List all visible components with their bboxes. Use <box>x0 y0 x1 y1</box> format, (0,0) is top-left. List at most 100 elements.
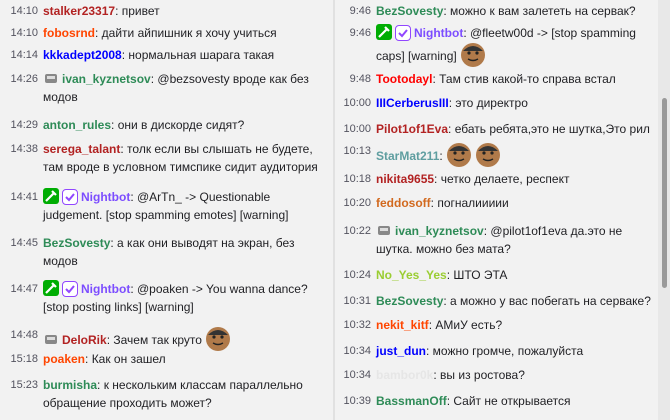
message-text: а можно у вас побегать на серваке? <box>450 294 651 308</box>
chat-message: 10:32 nekit_kitf: АМиУ есть? <box>333 316 658 334</box>
username[interactable]: feddosoff <box>376 196 431 210</box>
moderator-badge-icon <box>43 188 59 204</box>
message-separator: : <box>434 172 441 186</box>
username[interactable]: bambor0k <box>376 368 433 382</box>
message-timestamp: 10:39 <box>343 395 371 407</box>
message-body: burmisha: к нескольким классам параллель… <box>43 376 327 412</box>
message-timestamp: 15:23 <box>10 379 38 391</box>
message-timestamp: 14:47 <box>10 283 38 295</box>
message-text: они в дискорде сидят? <box>117 118 245 132</box>
username[interactable]: anton_rules <box>43 118 111 132</box>
username[interactable]: fobosrnd <box>43 26 95 40</box>
chat-message: 10:34 bambor0k: вы из ростова? <box>333 366 658 384</box>
chat-message: 10:24 No_Yes_Yes: ШТО ЭТА <box>333 266 658 284</box>
username[interactable]: Nightbot <box>81 190 130 204</box>
message-text: можно к вам залететь на сервак? <box>450 4 636 18</box>
message-separator: : <box>130 282 137 296</box>
message-body: Tootodayl: Там стив какой-то справа вста… <box>376 70 652 88</box>
chat-message: 10:18 nikita9655: четко делаете, респект <box>333 170 658 188</box>
message-separator: : <box>463 26 470 40</box>
chat-message: 9:46 BezSovesty: можно к вам залететь на … <box>333 2 658 20</box>
message-body: stalker23317: привет <box>43 2 327 20</box>
username[interactable]: BezSovesty <box>376 4 443 18</box>
username[interactable]: IIICerberusIII <box>376 96 449 110</box>
message-separator: : <box>115 4 122 18</box>
message-separator: : <box>111 118 118 132</box>
message-body: fobosrnd: дайти айпишник я хочу учиться <box>43 24 327 42</box>
message-timestamp: 10:32 <box>343 319 371 331</box>
message-timestamp: 9:46 <box>349 5 371 17</box>
message-body: DeloRik: Зачем так круто <box>43 326 327 352</box>
verified-badge-icon <box>62 189 78 205</box>
chat-message: 10:31 BezSovesty: а можно у вас побегать … <box>333 292 658 310</box>
message-separator: : <box>130 190 137 204</box>
scroll-thumb[interactable] <box>662 98 667 288</box>
message-body: nekit_kitf: АМиУ есть? <box>376 316 652 334</box>
chat-message: 9:46 Nightbot: @fleetw00d -> [stop spammi… <box>333 24 658 68</box>
username[interactable]: just_dun <box>376 344 426 358</box>
moderator-badge-icon <box>376 24 392 40</box>
username[interactable]: Tootodayl <box>376 72 432 86</box>
verified-badge-icon <box>62 281 78 297</box>
username[interactable]: DeloRik <box>62 333 107 347</box>
username[interactable]: Nightbot <box>81 282 130 296</box>
username[interactable]: nekit_kitf <box>376 318 429 332</box>
message-separator: : <box>439 149 447 163</box>
chat-message: 14:45 BezSovesty: а как они выводят на эк… <box>0 234 333 270</box>
username[interactable]: burmisha <box>43 378 97 392</box>
chat-column-right: 9:46 BezSovesty: можно к вам залететь на … <box>333 0 658 420</box>
message-text: четко делаете, респект <box>440 172 570 186</box>
message-timestamp: 14:38 <box>10 143 38 155</box>
message-text: привет <box>121 4 160 18</box>
message-body: Pilot1of1Eva: ебать ребята,это не шутка,… <box>376 120 652 138</box>
username[interactable]: Nightbot <box>414 26 463 40</box>
username[interactable]: No_Yes_Yes <box>376 268 447 282</box>
face-emote-icon <box>475 142 501 168</box>
message-text: вы из ростова? <box>440 368 525 382</box>
message-text: Сайт не открывается <box>453 394 571 408</box>
username[interactable]: ivan_kyznetsov <box>395 224 484 238</box>
message-timestamp: 10:00 <box>343 97 371 109</box>
face-emote-icon <box>460 42 486 68</box>
chat-message: 14:38 serega_talant: толк если вы слышать… <box>0 140 333 176</box>
message-timestamp: 10:13 <box>343 145 371 157</box>
message-body: Nightbot: @fleetw00d -> [stop spamming c… <box>376 24 652 68</box>
sub-badge-icon <box>43 331 59 347</box>
chat-message: 14:10 stalker23317: привет <box>0 2 333 20</box>
message-text: погналиииии <box>437 196 509 210</box>
message-body: poaken: Как он зашел <box>43 350 327 368</box>
sub-badge-icon <box>43 70 59 86</box>
username[interactable]: stalker23317 <box>43 4 115 18</box>
username[interactable]: ivan_kyznetsov <box>62 72 151 86</box>
chat-message: 10:13 StarMat211: <box>333 142 658 168</box>
message-separator: : <box>95 26 102 40</box>
chat-message: 14:47 Nightbot: @poaken -> You wanna danc… <box>0 280 333 316</box>
message-timestamp: 14:26 <box>10 73 38 85</box>
message-body: Nightbot: @poaken -> You wanna dance? [s… <box>43 280 327 316</box>
message-timestamp: 10:31 <box>343 295 371 307</box>
message-timestamp: 14:45 <box>10 237 38 249</box>
message-body: feddosoff: погналиииии <box>376 194 652 212</box>
scrollbar[interactable] <box>658 0 670 420</box>
message-text: это директро <box>455 96 528 110</box>
chat-column-left: 14:10 stalker23317: привет 14:10 fobosrnd: … <box>0 0 333 420</box>
message-body: BezSovesty: а как они выводят на экран, … <box>43 234 327 270</box>
username[interactable]: nikita9655 <box>376 172 434 186</box>
message-timestamp: 10:34 <box>343 345 371 357</box>
username[interactable]: BezSovesty <box>376 294 443 308</box>
message-text: Зачем так круто <box>113 333 202 347</box>
message-text: @ArTn_ -> Questionable judgement. [stop … <box>43 190 289 222</box>
username[interactable]: StarMat211 <box>376 149 439 163</box>
username[interactable]: BassmanOff <box>376 394 447 408</box>
username[interactable]: Pilot1of1Eva <box>376 122 448 136</box>
username[interactable]: poaken <box>43 352 85 366</box>
chat-message: 14:10 fobosrnd: дайти айпишник я хочу учи… <box>0 24 333 42</box>
message-text: ебать ребята,это не шутка,Это рил <box>454 122 650 136</box>
username[interactable]: kkkadept2008 <box>43 48 122 62</box>
face-emote-icon <box>205 326 231 352</box>
username[interactable]: serega_talant <box>43 142 120 156</box>
message-body: just_dun: можно громче, пожалуйста <box>376 342 652 360</box>
username[interactable]: BezSovesty <box>43 236 110 250</box>
chat-message: 14:41 Nightbot: @ArTn_ -> Questionable ju… <box>0 188 333 224</box>
message-text: можно громче, пожалуйста <box>432 344 584 358</box>
